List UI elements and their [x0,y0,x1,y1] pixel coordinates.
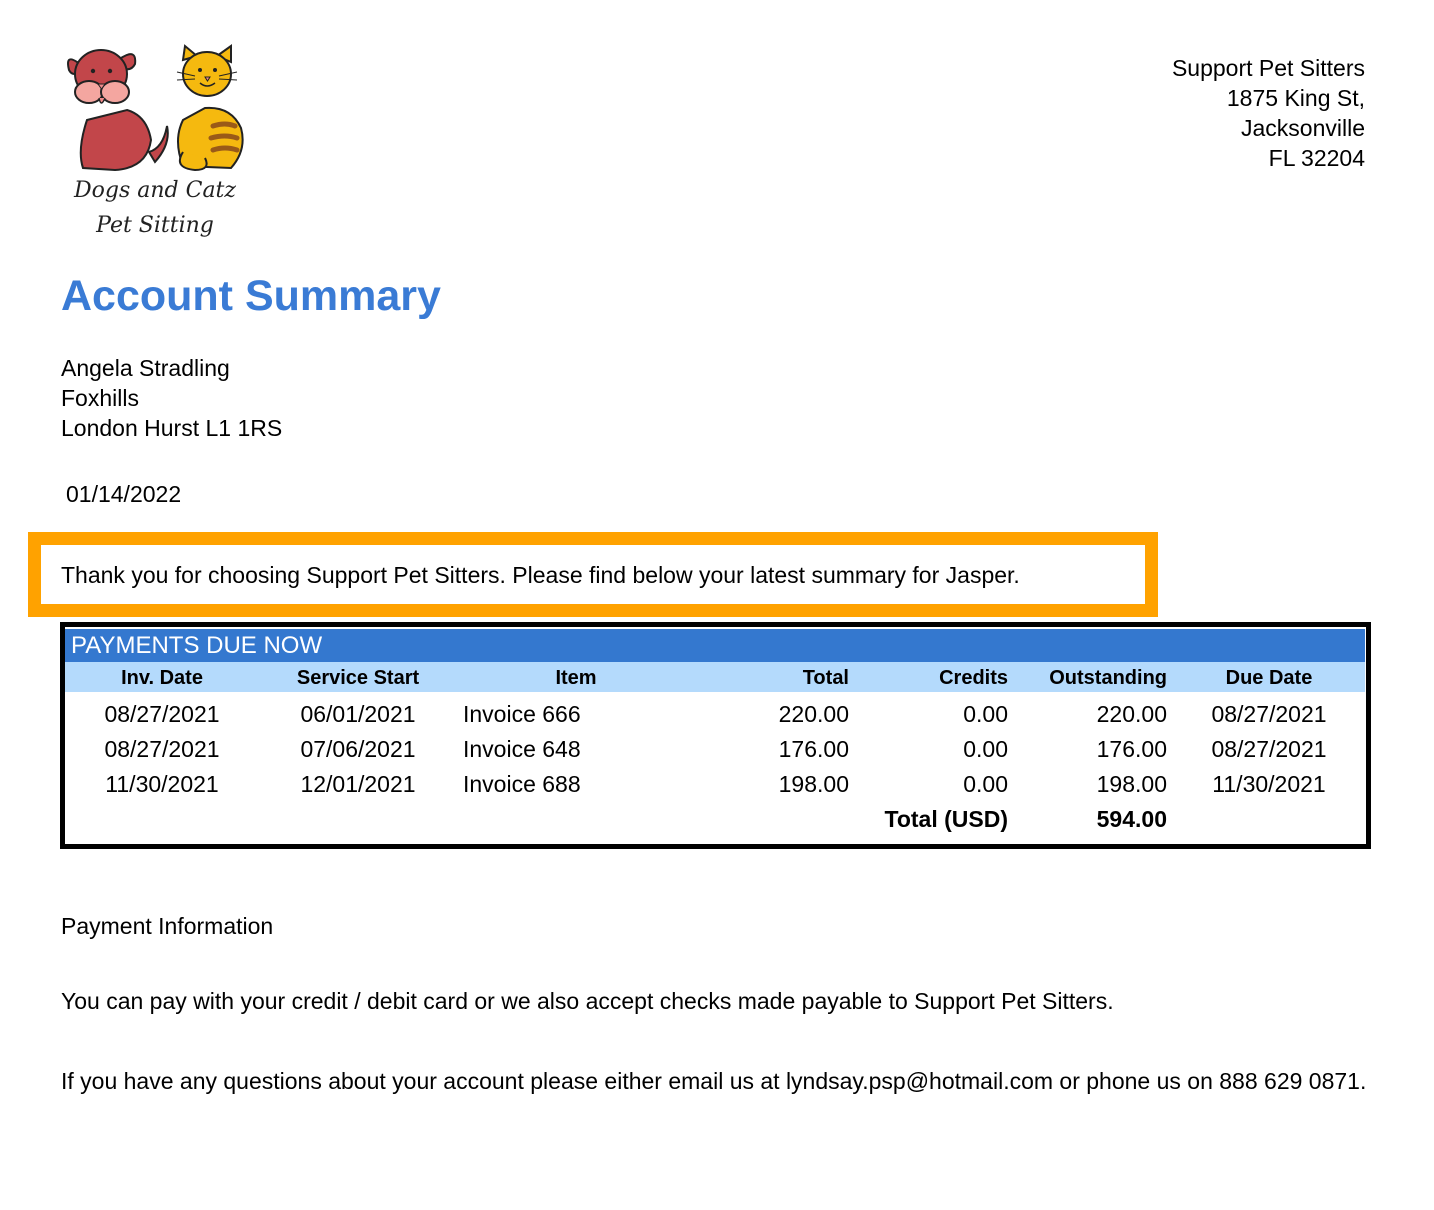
recipient-address: Angela Stradling Foxhills London Hurst L… [61,353,282,443]
recipient-line-2: Foxhills [61,385,139,411]
total-value: 594.00 [1096,806,1167,832]
logo-line-2: Pet Sitting [96,213,214,238]
cell-outstanding: 198.00 [1096,771,1167,797]
cell-total: 176.00 [778,736,849,762]
company-name: Support Pet Sitters [1171,55,1365,81]
cell-credits: 0.00 [963,736,1008,762]
dog-and-cat-icon [67,44,244,172]
thank-you-message: Thank you for choosing Support Pet Sitte… [61,562,1020,588]
header-credits: Credits [939,667,1008,689]
payment-info-heading: Payment Information [61,913,274,939]
cell-outstanding: 220.00 [1096,701,1167,727]
cell-service-start: 06/01/2021 [300,701,416,727]
cell-item: Invoice 648 [463,736,581,762]
cell-due-date: 08/27/2021 [1211,736,1327,762]
cell-credits: 0.00 [963,701,1008,727]
cell-inv-date: 08/27/2021 [104,736,220,762]
cell-outstanding: 176.00 [1096,736,1167,762]
logo-line-1: Dogs and Catz [74,178,236,203]
company-city: Jacksonville [1241,115,1365,141]
total-label: Total (USD) [884,806,1008,832]
header-item: Item [555,667,597,689]
cell-item: Invoice 688 [463,771,581,797]
cell-credits: 0.00 [963,771,1008,797]
cat-icon [176,44,244,172]
header-service-start: Service Start [296,667,420,689]
payments-band: PAYMENTS DUE NOW [65,629,1365,662]
header-inv-date: Inv. Date [121,667,203,689]
statement-date: 01/14/2022 [66,481,182,507]
cell-total: 198.00 [778,771,849,797]
cell-service-start: 07/06/2021 [300,736,416,762]
cell-item: Invoice 666 [463,701,581,727]
cell-total: 220.00 [778,701,849,727]
company-logo: Dogs and Catz Pet Sitting [55,40,265,255]
company-address: Support Pet Sitters 1875 King St, Jackso… [1172,53,1365,173]
recipient-name: Angela Stradling [61,355,230,381]
header-due-date: Due Date [1225,667,1313,689]
recipient-line-3: London Hurst L1 1RS [61,415,283,441]
payment-info-contact: If you have any questions about your acc… [61,1068,1367,1094]
cell-service-start: 12/01/2021 [300,771,416,797]
payments-table: PAYMENTS DUE NOW Inv. Date Service Start… [60,622,1371,849]
table-header-row: Inv. Date Service Start Item Total Credi… [65,662,1365,692]
header-outstanding: Outstanding [1049,667,1167,689]
company-street: 1875 King St, [1226,85,1365,111]
page-title: Account Summary [61,272,441,320]
cell-inv-date: 08/27/2021 [104,701,220,727]
payments-title: PAYMENTS DUE NOW [71,632,323,659]
header-total: Total [802,667,849,689]
company-state-zip: FL 32204 [1268,145,1365,171]
payment-info-methods: You can pay with your credit / debit car… [61,988,1114,1014]
cell-inv-date: 11/30/2021 [105,771,219,797]
dog-icon [67,49,169,172]
highlight-box: Thank you for choosing Support Pet Sitte… [28,532,1158,617]
cell-due-date: 11/30/2021 [1212,771,1326,797]
cell-due-date: 08/27/2021 [1211,701,1327,727]
